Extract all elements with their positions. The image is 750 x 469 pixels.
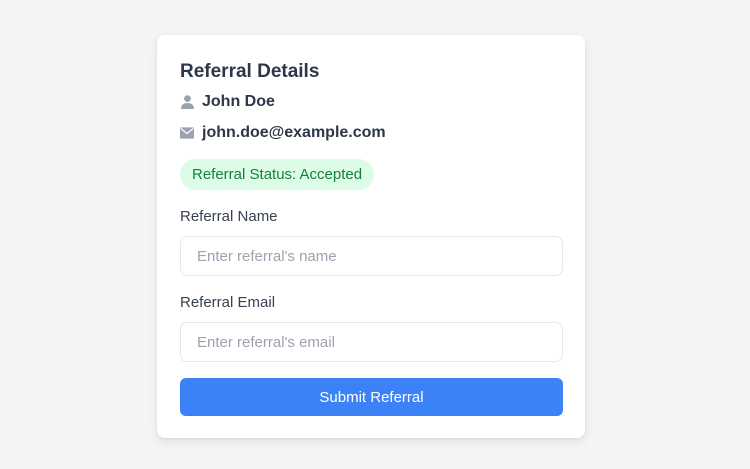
card-title: Referral Details: [180, 61, 320, 82]
referral-card: Referral Details John Doe john.doe@examp…: [157, 35, 585, 438]
envelope-icon: [180, 126, 194, 140]
submit-referral-button[interactable]: Submit Referral: [180, 378, 563, 416]
referral-name-input[interactable]: [180, 236, 563, 276]
referral-email-input[interactable]: [180, 322, 563, 362]
user-email: john.doe@example.com: [202, 124, 386, 141]
user-email-row: john.doe@example.com: [180, 123, 562, 143]
user-icon: [180, 95, 194, 109]
status-badge: Referral Status: Accepted: [180, 159, 375, 190]
referral-name-label: Referral Name: [180, 208, 278, 225]
user-name-row: John Doe: [180, 92, 562, 112]
user-name: John Doe: [202, 93, 275, 110]
referral-email-label: Referral Email: [180, 294, 276, 311]
